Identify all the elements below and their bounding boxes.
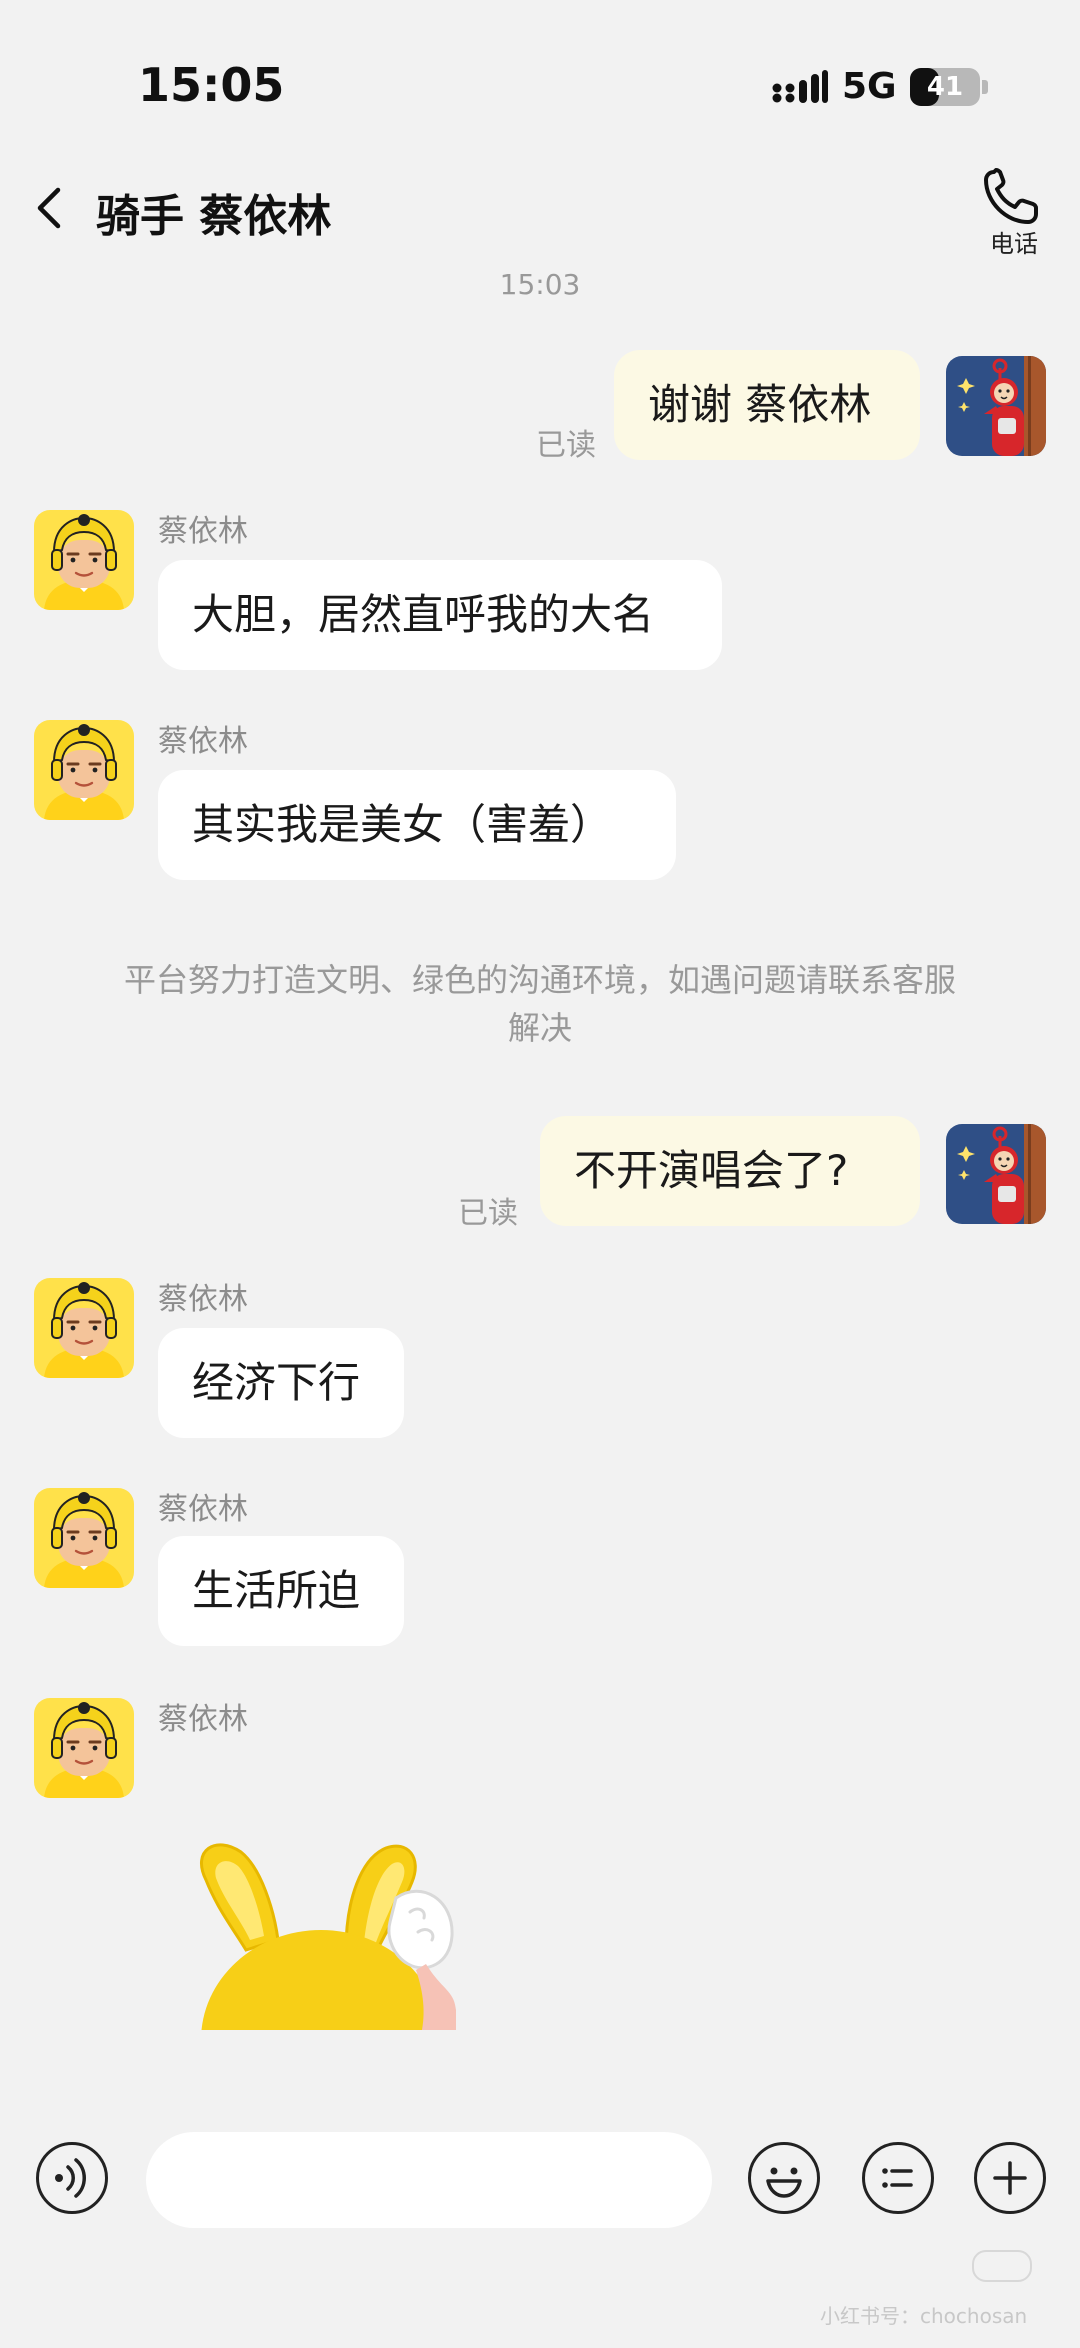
rider-avatar[interactable] [34,510,134,610]
received-message[interactable]: 大胆，居然直呼我的大名 [158,560,722,670]
read-receipt: 已读 [536,428,596,463]
sender-name: 蔡依林 [158,1492,248,1527]
emoji-icon [766,2167,802,2198]
sent-message[interactable]: 谢谢 蔡依林 [614,350,920,460]
back-icon[interactable] [28,180,72,236]
rider-avatar[interactable] [34,1698,134,1798]
sender-name: 蔡依林 [158,1702,248,1737]
received-message[interactable]: 经济下行 [158,1328,404,1438]
signal-icon [772,70,828,103]
plus-button[interactable] [974,2142,1046,2214]
rider-avatar[interactable] [34,1488,134,1588]
voice-button[interactable] [36,2142,108,2214]
battery-cap [982,80,988,94]
chat-title: 骑手 蔡依林 [96,191,332,242]
phone-label[interactable]: 电话 [976,224,1052,259]
chat-timestamp: 15:03 [499,268,581,301]
sender-name: 蔡依林 [158,514,248,549]
phone-icon[interactable] [980,166,1042,228]
received-message[interactable]: 其实我是美女（害羞） [158,770,676,880]
quick-reply-icon [882,2168,913,2188]
battery-indicator: 41 [910,68,980,106]
rider-avatar[interactable] [34,720,134,820]
quick-reply-button[interactable] [862,2142,934,2214]
sender-name: 蔡依林 [158,1282,248,1317]
read-receipt: 已读 [458,1196,518,1231]
rider-avatar[interactable] [34,1278,134,1378]
battery-level: 41 [926,72,964,102]
network-label: 5G [842,66,897,107]
sender-name: 蔡依林 [158,724,248,759]
status-time: 15:05 [138,58,285,112]
watermark: 小红书号：chochosan [820,2304,1028,2328]
received-message[interactable]: 生活所迫 [158,1536,404,1646]
watermark-logo [972,2250,1032,2282]
plus-icon [993,2161,1027,2195]
user-avatar[interactable] [946,1124,1046,1224]
user-avatar[interactable] [946,356,1046,456]
bunny-sticker[interactable] [186,1840,456,2030]
emoji-button[interactable] [748,2142,820,2214]
platform-notice: 平台努力打造文明、绿色的沟通环境，如遇问题请联系客服解决 [123,961,956,1047]
voice-icon [55,2158,86,2198]
sent-message[interactable]: 不开演唱会了? [540,1116,920,1226]
message-input[interactable] [146,2132,712,2228]
